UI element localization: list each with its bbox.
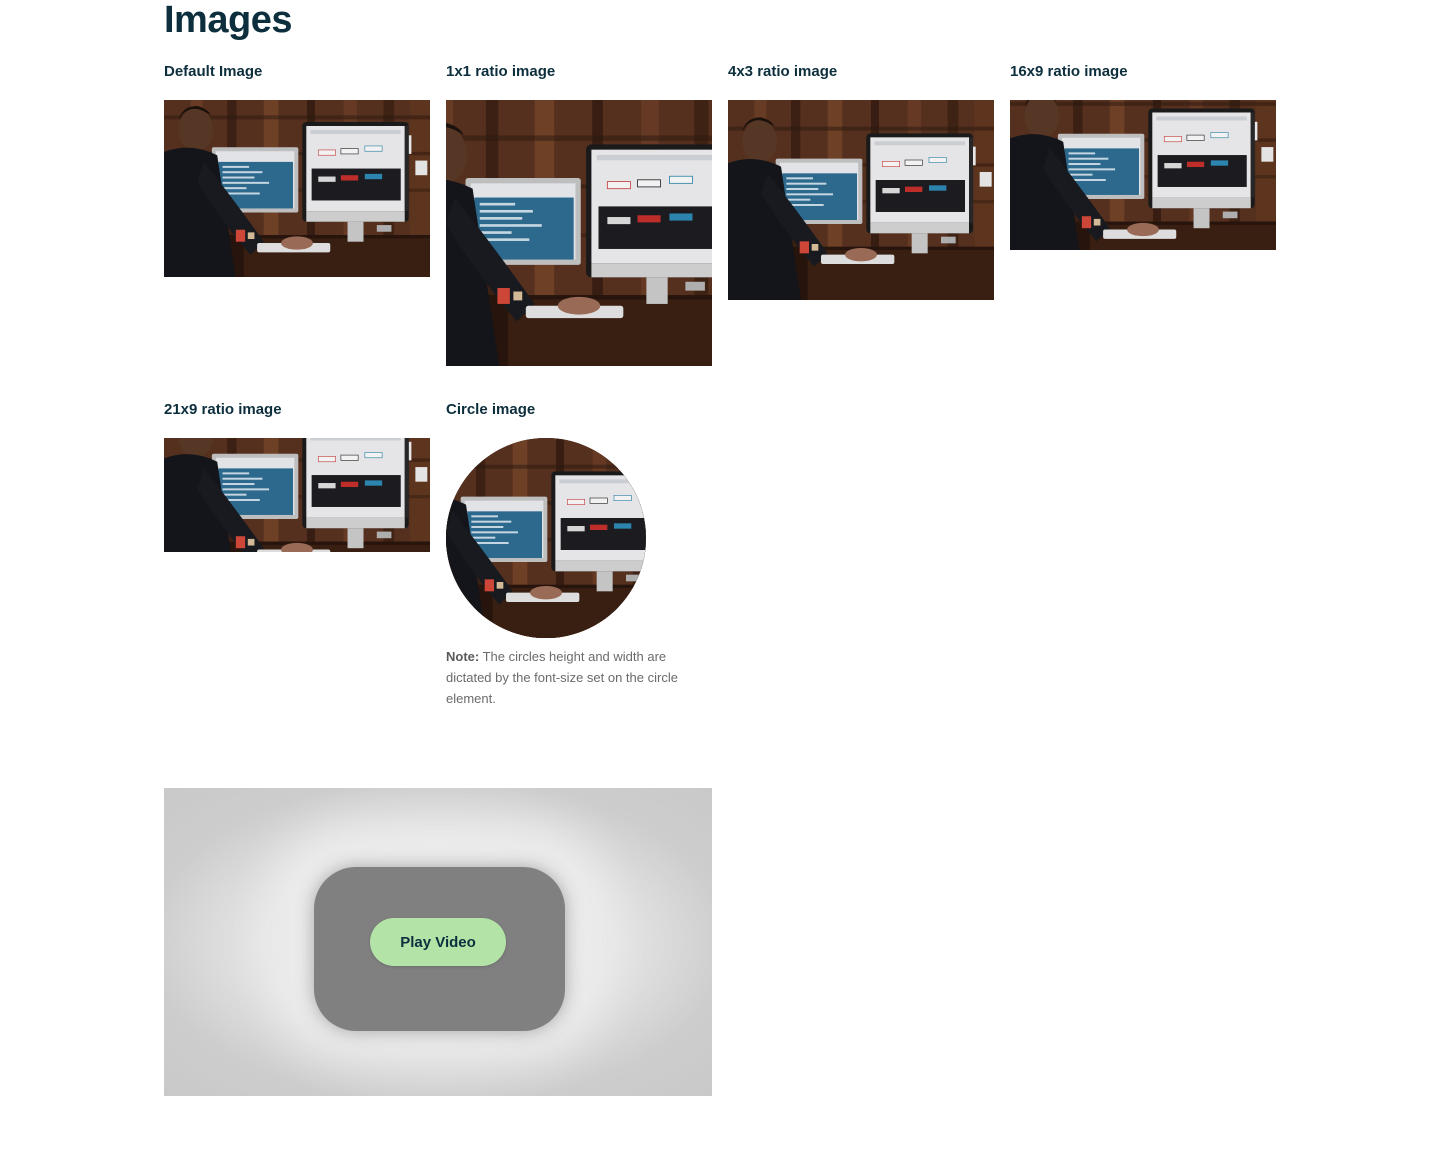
play-video-button[interactable]: Play Video (370, 918, 506, 966)
desk-photo-illustration (1010, 100, 1276, 250)
desk-photo-illustration (164, 100, 430, 277)
ratio-16x9-image (1010, 100, 1276, 250)
card-title-default: Default Image (164, 63, 263, 80)
desk-photo-illustration (446, 100, 712, 366)
ratio-4x3-image (728, 100, 994, 300)
circle-image (446, 438, 646, 638)
card-title-16x9: 16x9 ratio image (1010, 63, 1128, 80)
note-label: Note: (446, 649, 480, 664)
desk-photo-illustration (446, 438, 646, 638)
desk-photo-illustration (164, 438, 430, 552)
note-text: The circles height and width are dictate… (446, 649, 678, 706)
ratio-1x1-image (446, 100, 712, 366)
card-title-1x1: 1x1 ratio image (446, 63, 556, 80)
ratio-21x9-image (164, 438, 430, 552)
page-title: Images (164, 0, 292, 41)
circle-note: Note: The circles height and width are d… (446, 646, 712, 709)
video-player[interactable]: Play Video (164, 788, 712, 1096)
card-title-21x9: 21x9 ratio image (164, 401, 282, 418)
card-title-circle: Circle image (446, 401, 536, 418)
card-title-4x3: 4x3 ratio image (728, 63, 838, 80)
desk-photo-illustration (728, 100, 994, 300)
default-image (164, 100, 430, 277)
